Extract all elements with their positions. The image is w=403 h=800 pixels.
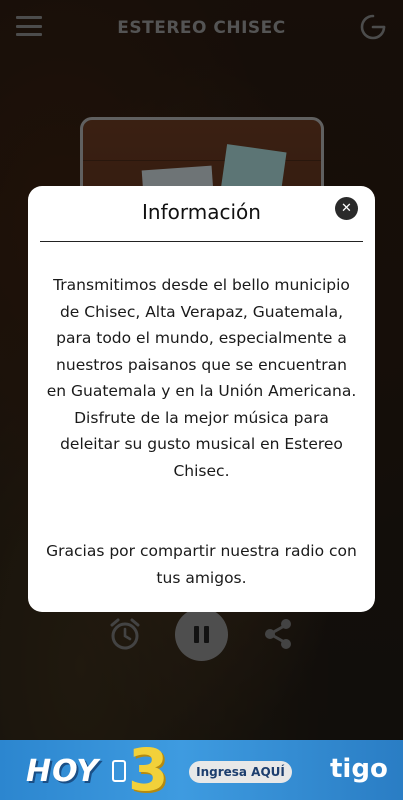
dialog-body: Transmitimos desde el bello municipio de… bbox=[46, 272, 357, 591]
ad-hoy-text: HOY bbox=[26, 754, 100, 789]
ad-banner[interactable]: HOY 3 Ingresa AQUÍ tigo bbox=[0, 740, 403, 800]
info-paragraph: Transmitimos desde el bello municipio de… bbox=[46, 276, 357, 480]
phone-icon bbox=[112, 760, 126, 782]
ad-cta-button[interactable]: Ingresa AQUÍ bbox=[189, 761, 292, 783]
title-divider bbox=[40, 241, 363, 242]
ad-number: 3 bbox=[128, 740, 169, 800]
ad-brand-logo: tigo bbox=[330, 754, 388, 784]
close-button[interactable]: ✕ bbox=[335, 197, 358, 220]
dialog-title: Información bbox=[142, 200, 261, 224]
close-icon: ✕ bbox=[341, 201, 352, 216]
info-dialog: Información ✕ Transmitimos desde el bell… bbox=[28, 186, 375, 612]
thanks-paragraph: Gracias por compartir nuestra radio con … bbox=[46, 542, 357, 587]
